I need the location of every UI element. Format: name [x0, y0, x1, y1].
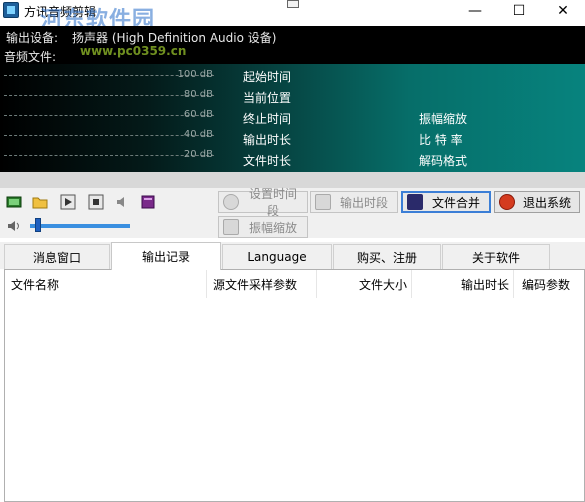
volume-slider-thumb[interactable] — [34, 218, 41, 232]
power-icon — [499, 194, 515, 210]
toolbar: 设置时间段 输出时段 文件合并 退出系统 振幅缩放 — [0, 187, 585, 238]
meter-level-label: 80 dB — [183, 89, 213, 100]
output-device-value[interactable]: 扬声器 (High Definition Audio 设备) — [72, 29, 276, 46]
audio-file-label: 音频文件: — [4, 50, 57, 64]
open-folder-icon[interactable] — [32, 194, 48, 210]
meter-level-label: 60 dB — [183, 109, 213, 120]
output-log-table: 文件名称 源文件采样参数 文件大小 输出时长 编码参数 — [4, 269, 585, 502]
amplitude-zoom-label: 振幅缩放 — [419, 112, 468, 126]
output-duration-label: 输出时长 — [243, 133, 292, 147]
close-button[interactable]: ✕ — [541, 0, 585, 22]
start-time-label: 起始时间 — [243, 70, 292, 84]
stop-icon[interactable] — [88, 194, 104, 210]
end-time-label: 终止时间 — [243, 112, 292, 126]
column-header-encoding[interactable]: 编码参数 — [514, 270, 584, 298]
audio-file-row: 音频文件: — [0, 46, 585, 64]
meter-level-label: 100 dB — [177, 69, 213, 80]
play-icon[interactable] — [60, 194, 76, 210]
output-segment-button[interactable]: 输出时段 — [310, 191, 398, 213]
decode-format-label: 解码格式 — [419, 154, 468, 168]
merge-files-button[interactable]: 文件合并 — [401, 191, 491, 213]
book-icon[interactable] — [140, 194, 156, 210]
volume-slider[interactable] — [30, 224, 130, 228]
merge-icon — [407, 194, 423, 210]
meter-level-label: 40 dB — [183, 129, 213, 140]
output-segment-label: 输出时段 — [339, 195, 388, 210]
amplitude-zoom-button[interactable]: 振幅缩放 — [218, 216, 308, 238]
device-icon[interactable] — [6, 194, 22, 210]
tab-about[interactable]: 关于软件 — [442, 244, 550, 269]
column-header-filename[interactable]: 文件名称 — [5, 270, 207, 298]
exit-label: 退出系统 — [522, 195, 571, 210]
current-position-label: 当前位置 — [243, 91, 292, 105]
merge-files-label: 文件合并 — [431, 195, 480, 210]
amplitude-zoom-button-label: 振幅缩放 — [248, 220, 297, 235]
set-segment-label: 设置时间段 — [248, 187, 297, 218]
file-duration-label: 文件时长 — [243, 154, 292, 168]
tab-output-log[interactable]: 输出记录 — [111, 242, 221, 270]
column-header-output-duration[interactable]: 输出时长 — [412, 270, 514, 298]
maximize-button[interactable]: ☐ — [497, 0, 541, 22]
meter-level-label: 20 dB — [183, 149, 213, 160]
minimize-button[interactable]: — — [453, 0, 497, 22]
exit-button[interactable]: 退出系统 — [494, 191, 580, 213]
tab-strip: 消息窗口 输出记录 Language 购买、注册 关于软件 — [0, 242, 585, 270]
speaker-icon[interactable] — [114, 194, 130, 210]
tab-messages[interactable]: 消息窗口 — [4, 244, 110, 269]
window-title: 方讯音频剪辑 — [24, 5, 97, 19]
clock-icon — [223, 194, 239, 210]
title-bar: 方讯音频剪辑 河东软件园 — ☐ ✕ — [0, 0, 585, 33]
column-header-file-size[interactable]: 文件大小 — [317, 270, 412, 298]
output-device-row: 输出设备: 扬声器 (High Definition Audio 设备) — [0, 26, 585, 46]
tab-language[interactable]: Language — [222, 244, 332, 269]
tab-purchase-register[interactable]: 购买、注册 — [333, 244, 441, 269]
column-header-source-sampling[interactable]: 源文件采样参数 — [207, 270, 317, 298]
app-icon — [3, 2, 19, 18]
set-segment-button[interactable]: 设置时间段 — [218, 187, 308, 218]
volume-icon — [6, 218, 22, 234]
restore-mini-icon[interactable] — [287, 0, 299, 8]
zoom-icon — [223, 219, 239, 235]
info-panel: 100 dB 80 dB 60 dB 40 dB 20 dB 起始时间 当前位置… — [0, 64, 585, 172]
output-device-label: 输出设备: — [6, 31, 59, 45]
save-icon — [315, 194, 331, 210]
bitrate-label: 比 特 率 — [419, 133, 463, 147]
